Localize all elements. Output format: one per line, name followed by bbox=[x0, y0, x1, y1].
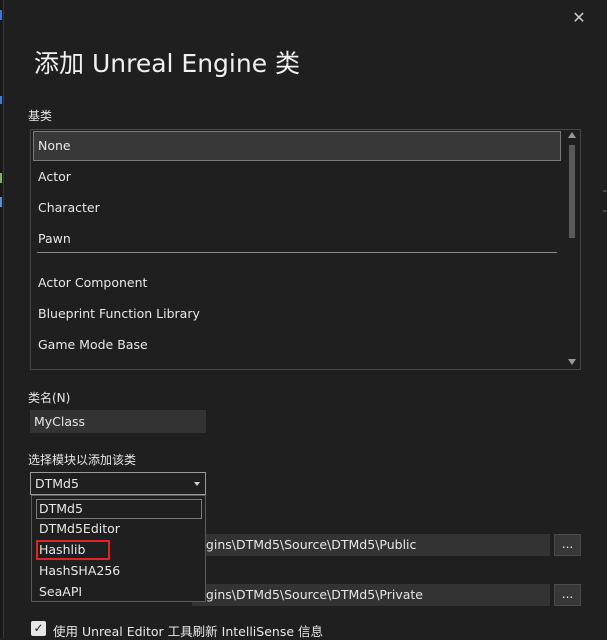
add-unreal-class-dialog: ✕ 添加 Unreal Engine 类 基类 None Actor Chara… bbox=[3, 0, 607, 639]
dialog-title: 添加 Unreal Engine 类 bbox=[34, 49, 301, 78]
base-class-item-game-mode-base[interactable]: Game Mode Base bbox=[33, 330, 561, 360]
chevron-down-icon bbox=[194, 482, 200, 486]
refresh-intellisense-checkbox[interactable]: ✓ bbox=[31, 621, 46, 636]
scroll-up-icon[interactable] bbox=[568, 132, 576, 138]
module-option-hashsha256[interactable]: HashSHA256 bbox=[36, 561, 202, 581]
editor-marker bbox=[0, 96, 2, 104]
list-separator bbox=[37, 252, 557, 253]
scroll-down-icon[interactable] bbox=[568, 359, 576, 365]
module-select-value: DTMd5 bbox=[35, 476, 79, 491]
module-option-dtmd5[interactable]: DTMd5 bbox=[36, 499, 202, 519]
close-icon[interactable]: ✕ bbox=[570, 9, 588, 27]
scroll-thumb[interactable] bbox=[569, 145, 575, 238]
base-class-item-actor[interactable]: Actor bbox=[33, 162, 561, 192]
module-dropdown: DTMd5 DTMd5Editor Hashlib HashSHA256 Sea… bbox=[31, 495, 206, 602]
source-path-field[interactable]: ugins\DTMd5\Source\DTMd5\Private bbox=[192, 584, 550, 606]
background-line bbox=[603, 210, 607, 212]
editor-marker bbox=[0, 173, 2, 183]
base-class-item-actor-component[interactable]: Actor Component bbox=[33, 268, 561, 298]
base-class-item-pawn[interactable]: Pawn bbox=[33, 224, 561, 254]
header-path-browse-button[interactable]: ... bbox=[554, 534, 581, 556]
module-option-hashlib[interactable]: Hashlib bbox=[36, 540, 110, 560]
editor-marker bbox=[0, 10, 2, 20]
background-line bbox=[603, 190, 607, 192]
class-name-input[interactable] bbox=[30, 410, 206, 433]
refresh-intellisense-label: 使用 Unreal Editor 工具刷新 IntelliSense 信息 bbox=[53, 624, 323, 639]
base-class-item-blueprint-function-library[interactable]: Blueprint Function Library bbox=[33, 299, 561, 329]
base-class-item-none[interactable]: None bbox=[33, 131, 561, 161]
module-option-dtmd5editor[interactable]: DTMd5Editor bbox=[36, 519, 202, 539]
source-path-browse-button[interactable]: ... bbox=[554, 584, 581, 606]
module-select[interactable]: DTMd5 bbox=[30, 472, 206, 495]
base-class-label: 基类 bbox=[28, 109, 53, 123]
base-class-item-character[interactable]: Character bbox=[33, 193, 561, 223]
header-path-field[interactable]: ugins\DTMd5\Source\DTMd5\Public bbox=[192, 534, 550, 556]
editor-marker bbox=[0, 197, 2, 207]
module-label: 选择模块以添加该类 bbox=[28, 453, 137, 467]
base-class-list[interactable]: None Actor Character Pawn Actor Componen… bbox=[30, 129, 581, 370]
class-name-label: 类名(N) bbox=[28, 391, 71, 405]
list-scrollbar[interactable] bbox=[564, 130, 580, 369]
module-option-seaapi[interactable]: SeaAPI bbox=[36, 582, 202, 602]
